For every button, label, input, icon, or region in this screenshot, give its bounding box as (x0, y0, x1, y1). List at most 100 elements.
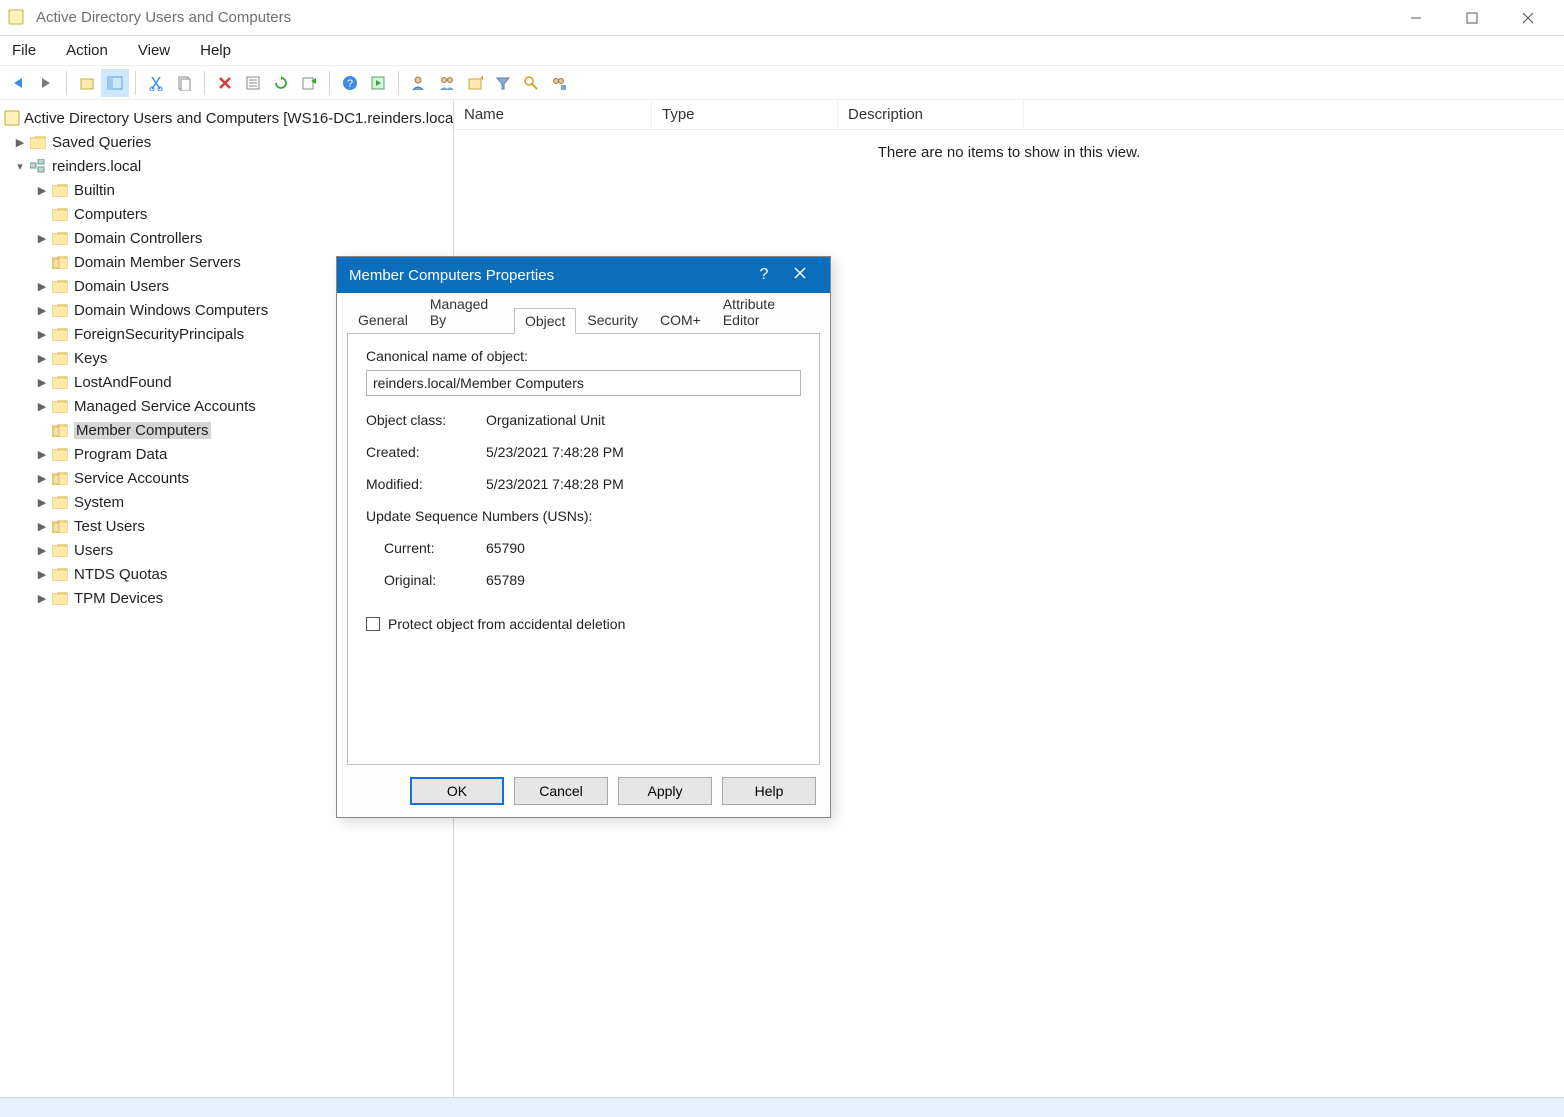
empty-view-message: There are no items to show in this view. (454, 130, 1564, 161)
apply-button[interactable]: Apply (618, 777, 712, 805)
close-button[interactable] (1500, 0, 1556, 36)
expand-arrow-icon[interactable]: ▶ (34, 568, 50, 581)
protect-checkbox-label: Protect object from accidental deletion (388, 616, 625, 632)
tab-complus[interactable]: COM+ (649, 307, 712, 333)
tree-node-label: Domain Users (74, 278, 169, 295)
expand-arrow-icon[interactable]: ▶ (34, 592, 50, 605)
new-ou-button[interactable]: ✦ (461, 69, 489, 97)
column-header-description[interactable]: Description (838, 100, 1024, 129)
help-button[interactable]: Help (722, 777, 816, 805)
folder-icon (50, 229, 70, 247)
expand-arrow-icon[interactable]: ▶ (34, 232, 50, 245)
collapse-arrow-icon[interactable]: ▾ (12, 160, 28, 173)
expand-arrow-icon[interactable]: ▶ (34, 400, 50, 413)
expand-arrow-icon[interactable]: ▶ (34, 520, 50, 533)
expand-arrow-icon[interactable]: ▶ (34, 376, 50, 389)
column-header-type[interactable]: Type (652, 100, 838, 129)
toolbar-separator (135, 71, 136, 95)
expand-arrow-icon[interactable]: ▶ (34, 352, 50, 365)
tree-node-label: Domain Member Servers (74, 254, 241, 271)
tree-node-label: Domain Windows Computers (74, 302, 268, 319)
expand-arrow-icon[interactable]: ▶ (12, 136, 28, 149)
app-icon (8, 9, 26, 27)
folder-icon (50, 397, 70, 415)
menu-action[interactable]: Action (62, 38, 112, 63)
new-group-button[interactable] (433, 69, 461, 97)
back-button[interactable] (4, 69, 32, 97)
tree-root[interactable]: Active Directory Users and Computers [WS… (4, 106, 449, 130)
add-to-group-button[interactable] (545, 69, 573, 97)
canonical-name-field: reinders.local/Member Computers (366, 370, 801, 396)
export-list-button[interactable] (295, 69, 323, 97)
tree-node-domain[interactable]: ▾ reinders.local (4, 154, 449, 178)
delete-button[interactable] (211, 69, 239, 97)
up-button[interactable] (73, 69, 101, 97)
help-button[interactable]: ? (336, 69, 364, 97)
tree-node[interactable]: ▶ Domain Controllers (4, 226, 449, 250)
toolbar-separator (66, 71, 67, 95)
tab-attribute-editor[interactable]: Attribute Editor (712, 291, 820, 333)
maximize-button[interactable] (1444, 0, 1500, 36)
expand-arrow-icon[interactable]: ▶ (34, 544, 50, 557)
tree-node-label: TPM Devices (74, 590, 163, 607)
filter-button[interactable] (489, 69, 517, 97)
tab-object[interactable]: Object (514, 308, 576, 334)
dialog-close-button[interactable] (782, 266, 818, 284)
folder-icon (50, 349, 70, 367)
find-button[interactable] (517, 69, 545, 97)
refresh-button[interactable] (267, 69, 295, 97)
folder-icon (50, 445, 70, 463)
toolbar-separator (329, 71, 330, 95)
properties-button[interactable] (239, 69, 267, 97)
tree-label: Saved Queries (52, 134, 151, 151)
tree-node-label: Program Data (74, 446, 167, 463)
tab-general[interactable]: General (347, 307, 419, 333)
tree-node-label: Domain Controllers (74, 230, 202, 247)
expand-arrow-icon[interactable]: ▶ (34, 472, 50, 485)
expand-arrow-icon[interactable]: ▶ (34, 304, 50, 317)
forward-button[interactable] (32, 69, 60, 97)
show-hide-console-tree-button[interactable] (101, 69, 129, 97)
tree-node-saved-queries[interactable]: ▶ Saved Queries (4, 130, 449, 154)
protect-checkbox[interactable] (366, 617, 380, 631)
tab-security[interactable]: Security (576, 307, 649, 333)
minimize-button[interactable] (1388, 0, 1444, 36)
cancel-button[interactable]: Cancel (514, 777, 608, 805)
mmc-root-icon (4, 109, 20, 127)
folder-icon (50, 205, 70, 223)
tree-node[interactable]: Computers (4, 202, 449, 226)
dialog-help-button[interactable]: ? (746, 266, 782, 284)
ok-button[interactable]: OK (410, 777, 504, 805)
folder-icon (50, 373, 70, 391)
action-pane-button[interactable] (364, 69, 392, 97)
ou-folder-icon (50, 469, 70, 487)
usn-original-label: Original: (366, 572, 486, 588)
menu-file[interactable]: File (8, 38, 40, 63)
domain-icon (28, 157, 48, 175)
dialog-button-row: OK Cancel Apply Help (337, 777, 830, 819)
tree-node-label: NTDS Quotas (74, 566, 167, 583)
usn-original-value: 65789 (486, 572, 525, 588)
svg-text:?: ? (347, 78, 353, 90)
tab-managed-by[interactable]: Managed By (419, 291, 514, 333)
folder-icon (50, 301, 70, 319)
expand-arrow-icon[interactable]: ▶ (34, 448, 50, 461)
expand-arrow-icon[interactable]: ▶ (34, 328, 50, 341)
dialog-tabs: General Managed By Object Security COM+ … (347, 305, 820, 333)
copy-button[interactable] (170, 69, 198, 97)
new-user-button[interactable] (405, 69, 433, 97)
menu-help[interactable]: Help (196, 38, 235, 63)
expand-arrow-icon[interactable]: ▶ (34, 280, 50, 293)
cut-button[interactable] (142, 69, 170, 97)
window-title: Active Directory Users and Computers (36, 9, 291, 26)
column-header-name[interactable]: Name (454, 100, 652, 129)
tree-node-label: ForeignSecurityPrincipals (74, 326, 244, 343)
expand-arrow-icon[interactable]: ▶ (34, 184, 50, 197)
dialog-title: Member Computers Properties (349, 267, 554, 284)
expand-arrow-icon[interactable]: ▶ (34, 496, 50, 509)
tree-node[interactable]: ▶Builtin (4, 178, 449, 202)
dialog-title-bar[interactable]: Member Computers Properties ? (337, 257, 830, 293)
created-label: Created: (366, 444, 486, 460)
folder-icon (50, 541, 70, 559)
menu-view[interactable]: View (134, 38, 174, 63)
